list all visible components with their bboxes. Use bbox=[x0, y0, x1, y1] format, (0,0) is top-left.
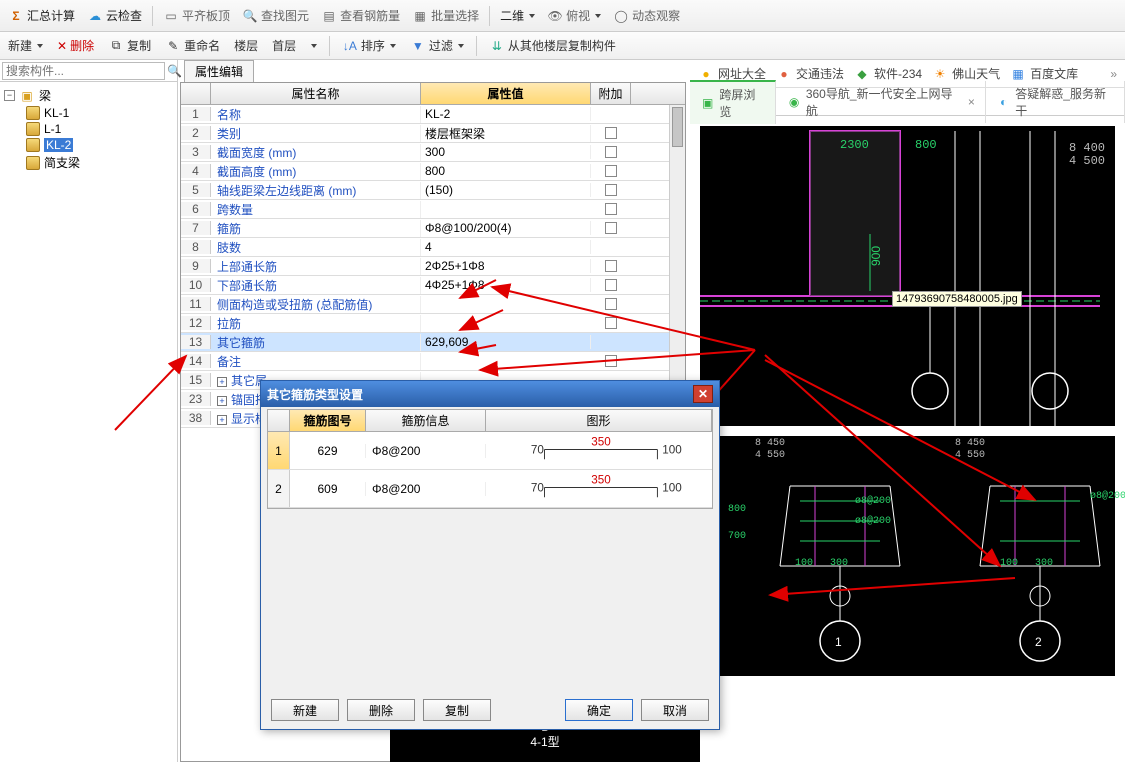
stirrup-type-dialog: 其它箍筋类型设置 ✕ 箍筋图号 箍筋信息 图形 1629Φ8@200703501… bbox=[260, 380, 720, 730]
row-number: 2 bbox=[268, 470, 290, 507]
dialog-body: 箍筋图号 箍筋信息 图形 1629Φ8@200703501002609Φ8@20… bbox=[261, 407, 719, 511]
dlg-hdr-info[interactable]: 箍筋信息 bbox=[366, 410, 486, 431]
stirrup-info[interactable]: Φ8@200 bbox=[366, 444, 486, 458]
close-icon[interactable]: ✕ bbox=[693, 385, 713, 403]
dialog-title: 其它箍筋类型设置 bbox=[267, 386, 363, 403]
stirrup-row[interactable]: 2609Φ8@200 70 350 100 bbox=[268, 470, 712, 508]
dlg-btn-new[interactable]: 新建 bbox=[271, 699, 339, 721]
svg-text:100: 100 bbox=[662, 443, 682, 456]
dialog-buttons: 新建 删除 复制 确定 取消 bbox=[261, 699, 719, 721]
svg-text:70: 70 bbox=[531, 443, 544, 456]
stirrup-shape: 70 350 100 bbox=[486, 432, 712, 469]
stirrup-info[interactable]: Φ8@200 bbox=[366, 482, 486, 496]
dialog-grid-header: 箍筋图号 箍筋信息 图形 bbox=[268, 410, 712, 432]
dlg-hdr-code[interactable]: 箍筋图号 bbox=[290, 410, 366, 431]
svg-text:100: 100 bbox=[662, 481, 682, 494]
stirrup-row[interactable]: 1629Φ8@200 70 350 100 bbox=[268, 432, 712, 470]
svg-text:70: 70 bbox=[531, 481, 544, 494]
stirrup-shape: 70 350 100 bbox=[486, 470, 712, 507]
dlg-btn-copy[interactable]: 复制 bbox=[423, 699, 491, 721]
dialog-grid: 箍筋图号 箍筋信息 图形 1629Φ8@200703501002609Φ8@20… bbox=[267, 409, 713, 509]
dlg-hdr-shape[interactable]: 图形 bbox=[486, 410, 712, 431]
dialog-titlebar[interactable]: 其它箍筋类型设置 ✕ bbox=[261, 381, 719, 407]
stirrup-code[interactable]: 629 bbox=[290, 444, 366, 458]
svg-text:350: 350 bbox=[591, 474, 611, 487]
row-number: 1 bbox=[268, 432, 290, 469]
stirrup-code[interactable]: 609 bbox=[290, 482, 366, 496]
dlg-btn-delete[interactable]: 删除 bbox=[347, 699, 415, 721]
dlg-hdr-num bbox=[268, 410, 290, 431]
dlg-btn-ok[interactable]: 确定 bbox=[565, 699, 633, 721]
dlg-btn-cancel[interactable]: 取消 bbox=[641, 699, 709, 721]
svg-text:350: 350 bbox=[591, 436, 611, 449]
